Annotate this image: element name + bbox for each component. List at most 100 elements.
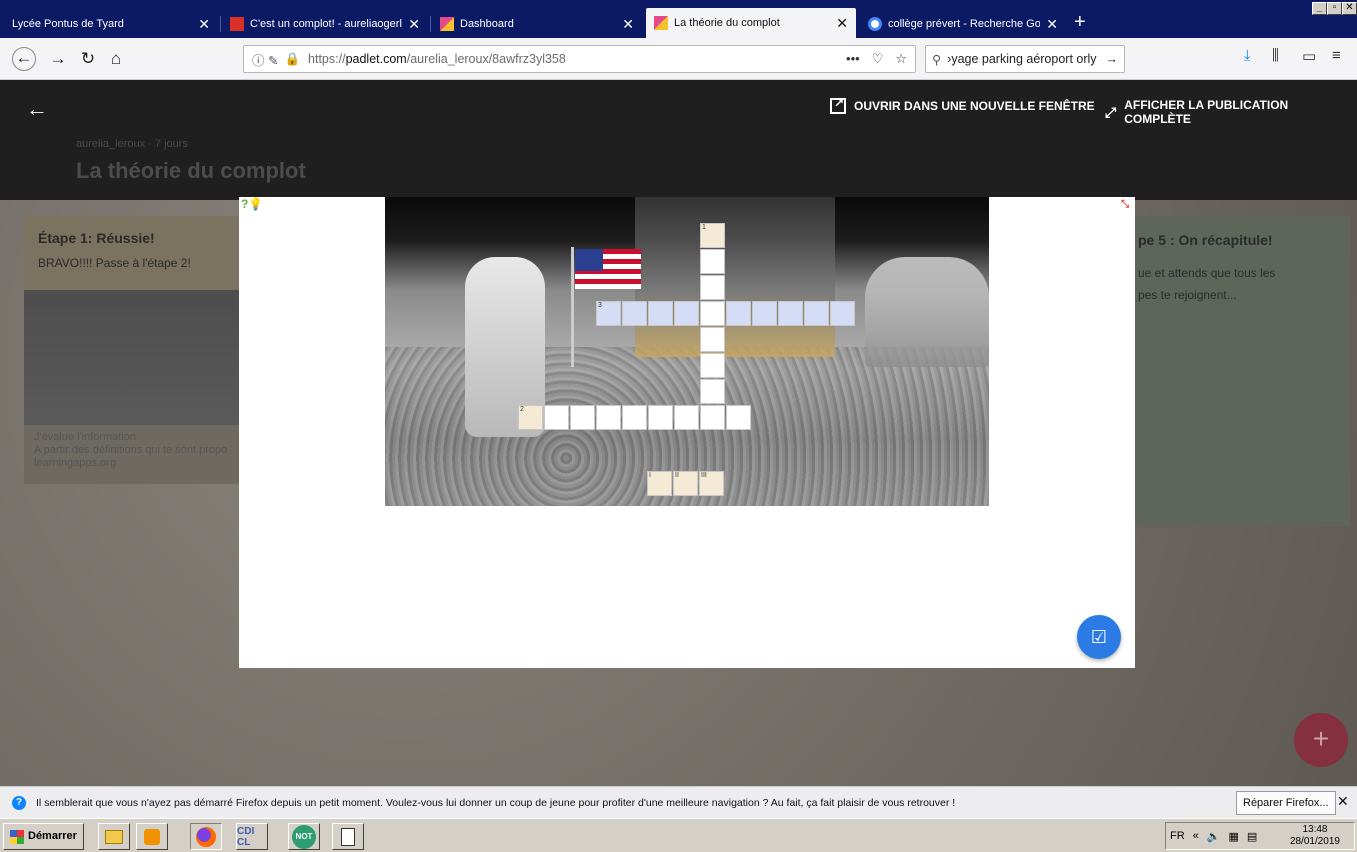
crossword-cell[interactable] <box>804 301 829 326</box>
card-body: ue et attends que tous les pes te rejoig… <box>1138 262 1275 306</box>
crossword-cell[interactable]: III <box>699 471 724 496</box>
bookmark-star-icon[interactable]: ☆ <box>895 51 907 67</box>
crossword-cell[interactable] <box>674 301 699 326</box>
crossword-clue-number: I <box>649 472 651 479</box>
gmail-icon <box>230 17 244 31</box>
tab-google-search[interactable]: collège prévert - Recherche Googl ✕ <box>860 10 1066 38</box>
firefox-taskbar-icon[interactable] <box>190 823 222 850</box>
fullscreen-icon[interactable]: ⤡ <box>1121 199 1129 210</box>
pocket-icon[interactable]: ♡ <box>872 51 884 67</box>
tab-title: La théorie du complot <box>674 17 780 29</box>
close-tab-icon[interactable]: ✕ <box>408 16 420 33</box>
card-heading: Étape 1: Réussie! <box>38 230 155 246</box>
volume-icon[interactable]: 🔈 <box>1207 830 1221 843</box>
menu-icon[interactable]: ≡ <box>1332 47 1341 64</box>
crossword-cell[interactable] <box>700 327 725 352</box>
url-domain: padlet.com <box>345 52 407 66</box>
crossword-cell[interactable] <box>648 301 673 326</box>
not-app-icon[interactable]: NOT <box>288 823 320 850</box>
close-tab-icon[interactable]: ✕ <box>622 16 634 33</box>
tab-separator <box>430 16 431 32</box>
crossword-cell[interactable] <box>726 301 751 326</box>
tab-gmail[interactable]: C'est un complot! - aureliaogerlero ✕ <box>222 10 428 38</box>
crossword-cell[interactable] <box>752 301 777 326</box>
cdi-app-icon[interactable]: CDI CL <box>236 823 268 850</box>
close-tab-icon[interactable]: ✕ <box>198 16 210 33</box>
language-indicator[interactable]: FR <box>1170 830 1185 842</box>
sidebar-icon[interactable]: ▭ <box>1302 47 1316 65</box>
minimize-icon[interactable]: _ <box>1312 2 1327 15</box>
show-full-post-button[interactable]: ⤢ AFFICHER LA PUBLICATION COMPLÈTE <box>1105 98 1357 126</box>
tab-dashboard[interactable]: Dashboard ✕ <box>432 10 642 38</box>
card-body-line: ue et attends que tous les <box>1138 266 1276 280</box>
start-button[interactable]: Démarrer <box>3 823 84 850</box>
lock-icon: 🔒 <box>284 51 301 66</box>
crossword-cell[interactable] <box>830 301 855 326</box>
crossword-cell[interactable] <box>622 405 647 430</box>
crossword-cell[interactable] <box>596 405 621 430</box>
crossword-cell[interactable] <box>700 379 725 404</box>
download-icon[interactable]: ⤓ <box>1244 47 1251 64</box>
crossword-cell[interactable]: I <box>647 471 672 496</box>
crossword-cell[interactable] <box>674 405 699 430</box>
home-button[interactable]: ⌂ <box>104 47 128 71</box>
crossword-cell[interactable] <box>700 275 725 300</box>
document-app-icon[interactable] <box>332 823 364 850</box>
tab-theorie-complot[interactable]: La théorie du complot ✕ <box>646 8 856 38</box>
crossword-cell[interactable] <box>648 405 673 430</box>
explorer-icon[interactable] <box>98 823 130 850</box>
firefox-notification-bar: ? Il semblerait que vous n'ayez pas déma… <box>0 786 1357 818</box>
crossword-cell[interactable] <box>570 405 595 430</box>
check-answers-button[interactable]: ☑ <box>1077 615 1121 659</box>
post-card-step5[interactable]: pe 5 : On récapitule! ue et attends que … <box>1122 216 1350 526</box>
tray-expand-icon[interactable]: « <box>1193 830 1199 842</box>
network-icon[interactable]: ▦ <box>1229 830 1239 843</box>
crossword-cell[interactable]: 3 <box>596 301 621 326</box>
crossword-cell[interactable] <box>700 249 725 274</box>
page-actions-icon[interactable]: ••• <box>846 51 860 67</box>
library-icon[interactable]: ⫼ <box>1272 47 1279 64</box>
us-flag <box>575 249 641 289</box>
keyboard-icon[interactable]: ▤ <box>1247 830 1257 843</box>
crossword-cell[interactable] <box>778 301 803 326</box>
info-icon: ? <box>12 795 26 810</box>
media-player-icon[interactable] <box>136 823 168 850</box>
back-arrow-icon[interactable]: ← <box>26 96 48 122</box>
windows-logo-icon <box>10 829 24 844</box>
maximize-icon[interactable]: ▫ <box>1327 2 1342 15</box>
close-tab-icon[interactable]: ✕ <box>836 15 848 32</box>
crossword-cell[interactable] <box>700 301 725 326</box>
repair-firefox-button[interactable]: Réparer Firefox... <box>1236 791 1336 815</box>
crossword-cell[interactable] <box>700 353 725 378</box>
open-external-icon <box>830 96 846 114</box>
tab-separator <box>220 16 221 32</box>
site-info-icon[interactable]: ⓘ ✎ <box>252 50 278 69</box>
close-notification-icon[interactable]: ✕ <box>1337 793 1349 810</box>
search-value: ›yage parking aéroport orly <box>947 52 1097 66</box>
address-bar[interactable]: ⓘ ✎ 🔒 https:// padlet.com /aurelia_lerou… <box>243 45 916 73</box>
forward-button[interactable]: → <box>46 47 70 71</box>
back-button[interactable]: ← <box>12 47 36 71</box>
crossword-cell[interactable] <box>544 405 569 430</box>
crossword-cell[interactable]: 1 <box>700 223 725 248</box>
add-post-button[interactable]: + <box>1294 713 1348 767</box>
hint-bulb-icon[interactable]: 💡 <box>248 197 263 211</box>
crossword-cell[interactable] <box>700 405 725 430</box>
crossword-cell[interactable] <box>622 301 647 326</box>
post-card-step1[interactable]: Étape 1: Réussie! BRAVO!!!! Passe à l'ét… <box>24 216 248 484</box>
clock[interactable]: 13:48 28/01/2019 <box>1290 824 1354 848</box>
navigation-toolbar: ← → ↻ ⌂ ⓘ ✎ 🔒 https:// padlet.com /aurel… <box>0 38 1357 80</box>
search-bar[interactable]: ⚲ ›yage parking aéroport orly → <box>925 45 1125 73</box>
close-window-icon[interactable]: ✕ <box>1342 2 1357 15</box>
close-tab-icon[interactable]: ✕ <box>1046 16 1058 33</box>
crossword-cell[interactable] <box>726 405 751 430</box>
crossword-clue-number: 3 <box>598 302 602 309</box>
flag-pole <box>571 247 574 367</box>
reload-button[interactable]: ↻ <box>76 47 100 71</box>
crossword-cell[interactable]: 2 <box>518 405 543 430</box>
search-go-icon[interactable]: → <box>1106 52 1119 66</box>
new-tab-button[interactable]: + <box>1074 12 1086 32</box>
crossword-cell[interactable]: II <box>673 471 698 496</box>
open-new-window-button[interactable]: OUVRIR DANS UNE NOUVELLE FENÊTRE <box>830 96 1095 114</box>
tab-lycee[interactable]: Lycée Pontus de Tyard ✕ <box>4 10 218 38</box>
